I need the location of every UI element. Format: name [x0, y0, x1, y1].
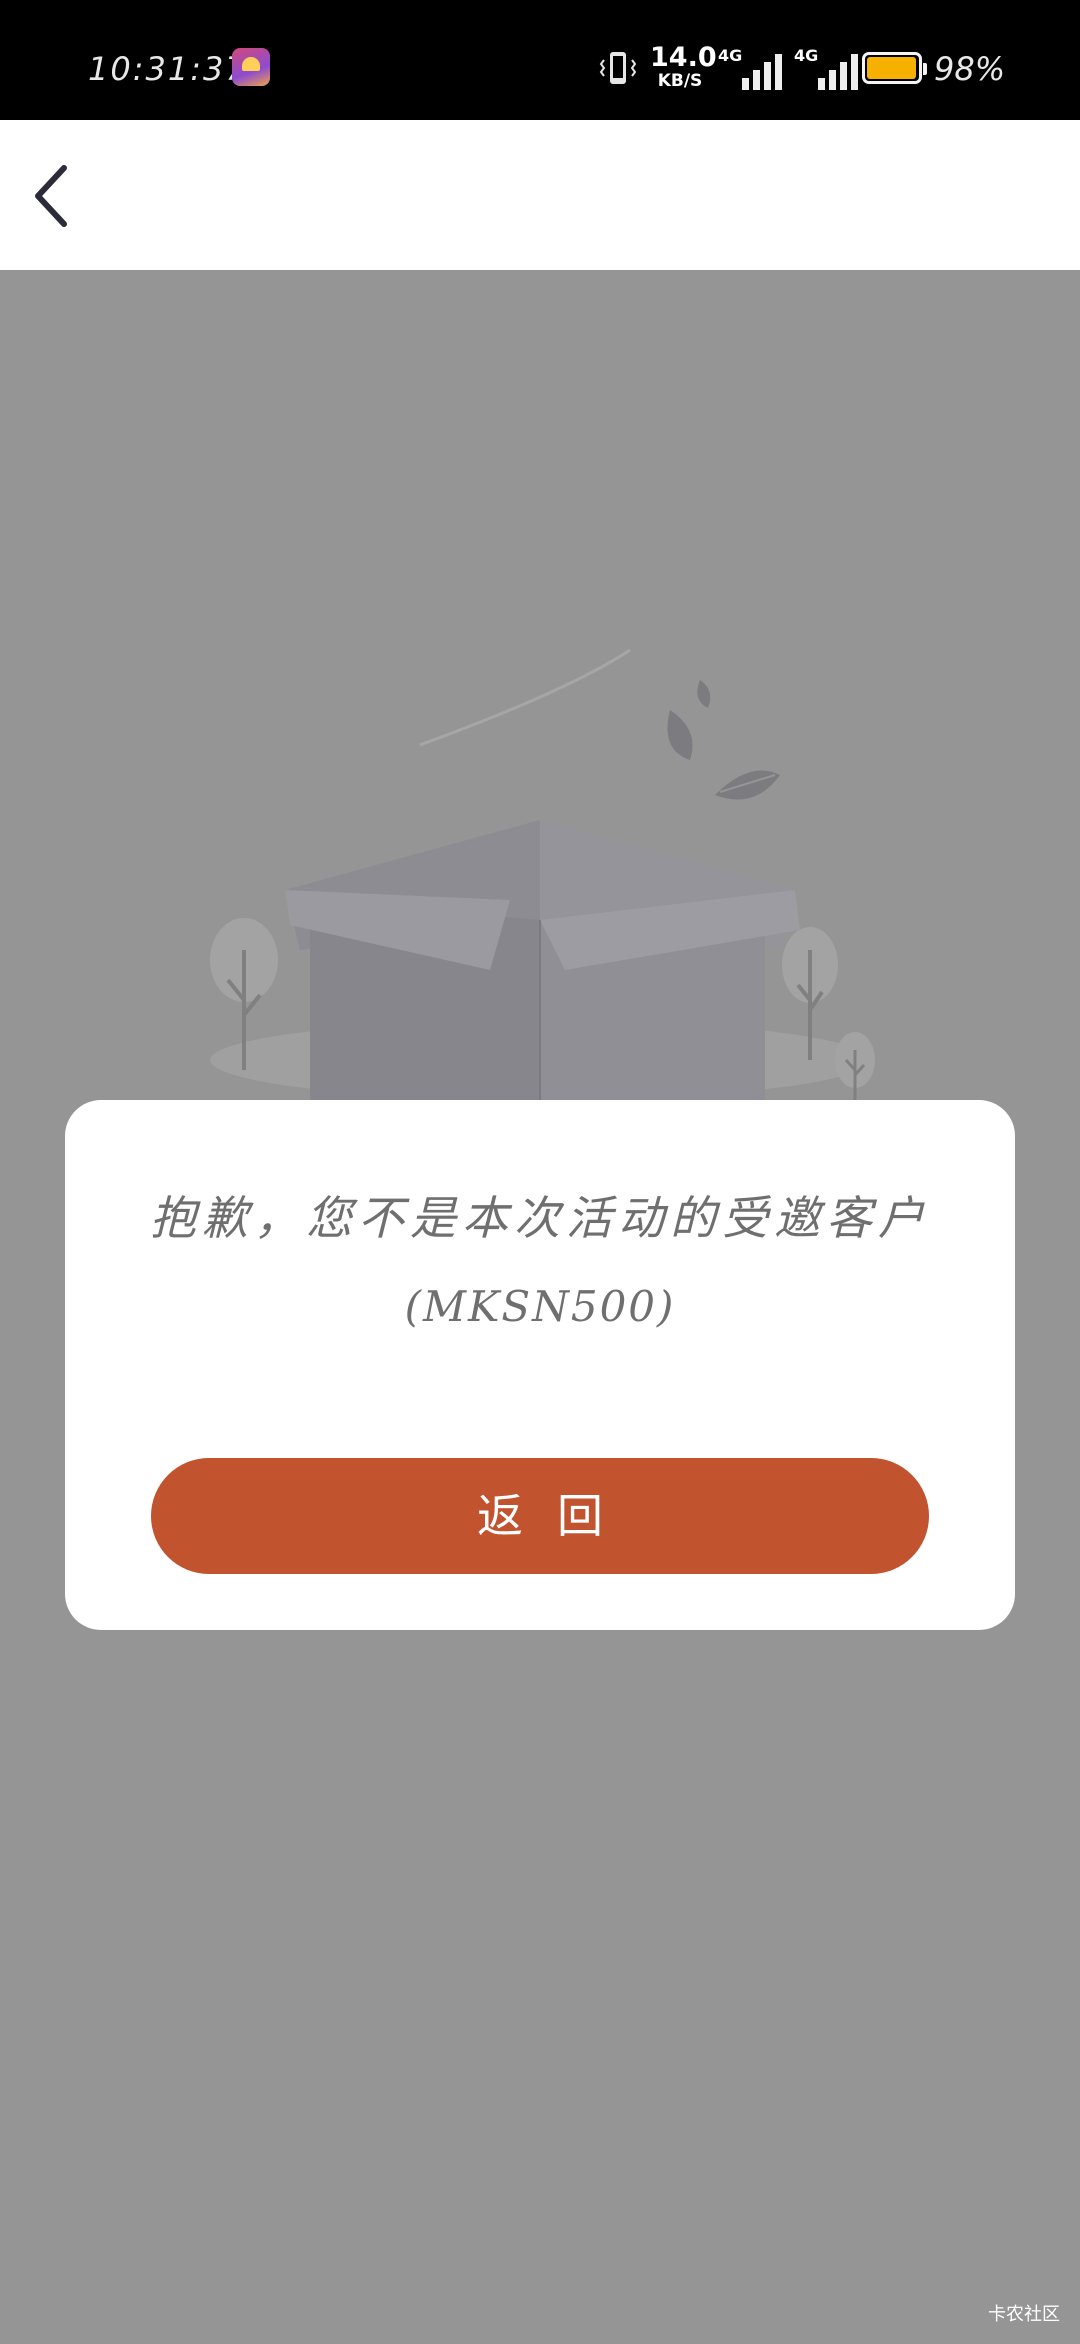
network-speed-value: 14.0	[650, 42, 717, 73]
vibrate-icon	[599, 52, 637, 84]
invite-error-dialog: 抱歉，您不是本次活动的受邀客户 (MKSN500) 返回	[65, 1100, 1015, 1630]
return-button[interactable]: 返回	[151, 1458, 929, 1574]
watermark: 卡农社区	[988, 2304, 1060, 2325]
app-notification-icon	[232, 48, 270, 86]
signal-sim1: 4G	[718, 46, 784, 90]
dialog-error-code: (MKSN500)	[404, 1282, 676, 1331]
network-speed-unit: KB/S	[657, 71, 703, 91]
leaf-icon	[667, 710, 693, 760]
battery-percent: 98%	[934, 50, 1006, 88]
signal-sim2: 4G	[794, 46, 860, 90]
chevron-left-icon	[35, 165, 67, 227]
battery-icon	[862, 52, 927, 84]
signal-strength-icon	[742, 54, 782, 90]
status-bar: 10:31:37 14.0 KB/S 4G 4G 98%	[0, 0, 1080, 120]
nav-bar	[0, 120, 1080, 270]
empty-box-illustration	[210, 648, 875, 1120]
leaf-icon	[715, 770, 780, 800]
network-speed: 14.0 KB/S	[650, 42, 717, 91]
battery-fill	[867, 57, 916, 79]
leaf-icon	[697, 680, 711, 708]
back-button[interactable]	[20, 156, 100, 236]
dialog-message: 抱歉，您不是本次活动的受邀客户	[150, 1191, 930, 1245]
status-time: 10:31:37	[88, 50, 248, 88]
signal-strength-icon	[818, 54, 858, 90]
